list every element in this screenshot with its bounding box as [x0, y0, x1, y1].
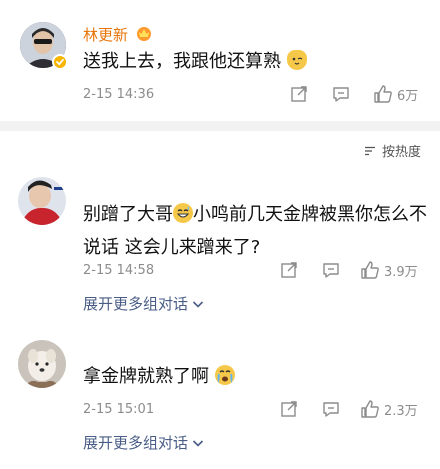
comment-actions: 2.3万 [280, 399, 430, 419]
expand-replies-label: 展开更多组对话 [83, 434, 189, 452]
comment-text: 拿金牌就熟了啊 [83, 360, 235, 393]
comment-button[interactable] [322, 399, 340, 419]
like-button[interactable]: 3.9万 [360, 260, 418, 280]
avatar[interactable] [18, 177, 66, 225]
comment-text-body: 送我上去，我跟他还算熟 [83, 51, 281, 72]
chevron-down-icon [192, 300, 204, 308]
share-icon [281, 262, 297, 278]
sort-label: 按热度 [382, 145, 422, 160]
like-count: 6万 [397, 88, 419, 104]
like-icon [361, 261, 379, 279]
section-divider [0, 121, 440, 131]
comment-icon [323, 263, 339, 278]
sort-toggle[interactable]: 按热度 [364, 141, 421, 160]
like-count: 2.3万 [384, 403, 418, 419]
comment-time: 2-15 14:36 [83, 87, 155, 102]
comment-actions: 3.9万 [280, 260, 430, 280]
comment-button[interactable] [322, 260, 340, 280]
expand-replies-link[interactable]: 展开更多组对话 [83, 293, 204, 314]
comment-time: 2-15 15:01 [83, 402, 155, 417]
sweat-smile-emoji-icon [173, 203, 193, 223]
sort-icon [365, 146, 375, 155]
share-button[interactable] [280, 399, 298, 419]
comment-time: 2-15 14:58 [83, 263, 155, 278]
crying-emoji-icon [214, 365, 235, 385]
expand-replies-label: 展开更多组对话 [83, 295, 189, 313]
comment-text-part1: 别蹭了大哥 [83, 204, 173, 225]
share-button[interactable] [290, 84, 308, 104]
like-icon [374, 85, 392, 103]
avatar[interactable] [18, 340, 66, 388]
like-button[interactable]: 2.3万 [360, 399, 418, 419]
like-button[interactable]: 6万 [373, 84, 418, 104]
comment-icon [333, 87, 349, 102]
comment-text-body: 拿金牌就熟了啊 [83, 366, 209, 387]
author-name[interactable]: 林更新 [83, 24, 128, 45]
cat-emoji-icon [286, 50, 307, 70]
comment-text: 送我上去，我跟他还算熟 [83, 45, 307, 78]
like-icon [361, 400, 379, 418]
comment-icon [323, 402, 339, 417]
share-icon [291, 86, 307, 102]
chevron-down-icon [192, 439, 204, 447]
vip-crown-icon [135, 24, 153, 46]
expand-replies-link[interactable]: 展开更多组对话 [83, 432, 204, 453]
comment-button[interactable] [332, 84, 350, 104]
comment-actions: 6万 [290, 84, 430, 104]
verified-badge-icon [52, 54, 68, 70]
comment-text: 别蹭了大哥 小鸣前几天金牌被黑你怎么不说话 这会儿来蹭来了? [83, 198, 428, 264]
like-count: 3.9万 [384, 264, 418, 280]
share-button[interactable] [280, 260, 298, 280]
share-icon [281, 401, 297, 417]
